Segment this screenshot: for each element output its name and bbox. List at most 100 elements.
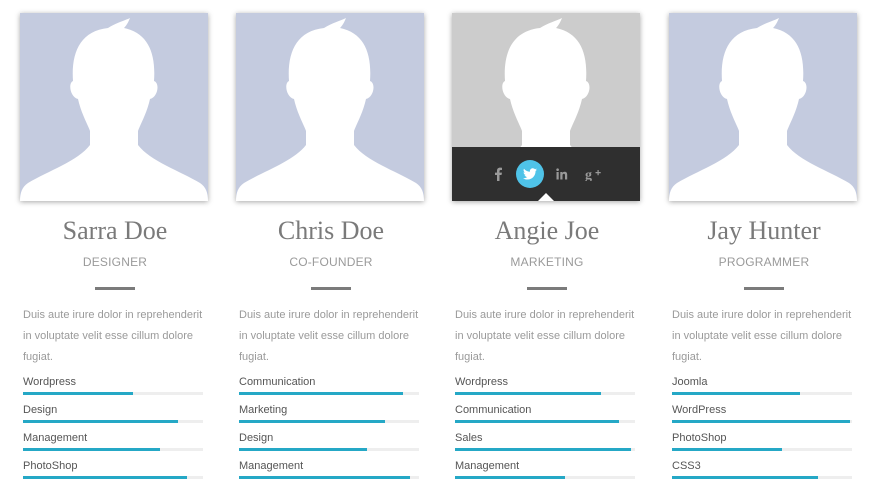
skill-item: Management (239, 458, 419, 486)
twitter-icon[interactable] (516, 160, 544, 188)
skill-bar-fill (23, 420, 178, 423)
divider (744, 287, 784, 290)
skill-item: Management (455, 458, 635, 486)
skill-bar (239, 448, 419, 451)
skill-item: Communication (455, 402, 635, 430)
skill-label: Design (23, 404, 58, 416)
skill-bar (239, 392, 419, 395)
member-photo[interactable] (669, 13, 857, 201)
skills-list: Wordpress Design Management PhotoShop (23, 374, 203, 486)
team-member-card: Chris Doe CO-FOUNDER Duis aute irure dol… (236, 13, 426, 486)
person-silhouette-icon (20, 18, 208, 201)
skill-bar-fill (23, 448, 160, 451)
skill-bar (455, 476, 635, 479)
skill-label: CSS3 (672, 460, 701, 472)
skill-item: WordPress (672, 402, 852, 430)
skill-label: Communication (455, 404, 532, 416)
skill-bar-fill (672, 448, 782, 451)
member-role: PROGRAMMER (718, 255, 810, 269)
skill-bar (455, 448, 635, 451)
skill-label: Marketing (239, 404, 288, 416)
skill-bar (672, 448, 852, 451)
skill-bar (239, 476, 419, 479)
skill-bar (455, 420, 635, 423)
skill-label: Joomla (672, 376, 708, 388)
member-name: Jay Hunter (707, 216, 821, 245)
skill-item: Wordpress (23, 374, 203, 402)
social-overlay: g (452, 147, 640, 201)
skill-bar-fill (239, 392, 403, 395)
team-member-card: Jay Hunter PROGRAMMER Duis aute irure do… (669, 13, 859, 486)
skills-list: Communication Marketing Design Managemen… (239, 374, 419, 486)
skill-label: PhotoShop (23, 460, 78, 472)
divider (95, 287, 135, 290)
member-description: Duis aute irure dolor in reprehenderit i… (239, 309, 419, 363)
skill-bar-fill (455, 448, 632, 451)
skill-bar (672, 476, 852, 479)
skill-bar-fill (672, 476, 818, 479)
divider (527, 287, 567, 290)
member-role: CO-FOUNDER (289, 255, 373, 269)
skill-item: Design (23, 402, 203, 430)
skill-item: CSS3 (672, 458, 852, 486)
skill-bar-fill (239, 476, 410, 479)
skill-bar (23, 392, 203, 395)
member-name: Sarra Doe (62, 216, 168, 245)
member-description: Duis aute irure dolor in reprehenderit i… (455, 309, 635, 363)
skill-item: Communication (239, 374, 419, 402)
member-role: MARKETING (510, 255, 584, 269)
person-silhouette-icon (669, 18, 857, 201)
skill-bar-fill (23, 392, 133, 395)
skill-label: Wordpress (23, 376, 76, 388)
member-description: Duis aute irure dolor in reprehenderit i… (23, 309, 203, 363)
team-section: Sarra Doe DESIGNER Duis aute irure dolor… (0, 0, 874, 501)
google-plus-icon[interactable]: g (578, 160, 610, 188)
skill-bar-fill (239, 448, 367, 451)
skills-list: Wordpress Communication Sales Management (455, 374, 635, 486)
skill-bar-fill (672, 420, 851, 423)
skill-label: PhotoShop (672, 432, 727, 444)
skill-bar-fill (239, 420, 385, 423)
skill-bar (455, 392, 635, 395)
skill-bar-fill (455, 420, 619, 423)
skill-item: PhotoShop (672, 430, 852, 458)
skill-item: Joomla (672, 374, 852, 402)
member-name: Angie Joe (494, 216, 600, 245)
skill-bar-fill (23, 476, 187, 479)
skill-bar (239, 420, 419, 423)
skill-label: Management (23, 432, 88, 444)
skill-label: WordPress (672, 404, 727, 416)
skill-bar-fill (455, 392, 601, 395)
member-description: Duis aute irure dolor in reprehenderit i… (672, 309, 852, 363)
skill-item: Design (239, 430, 419, 458)
skill-bar-fill (672, 392, 800, 395)
skill-label: Management (455, 460, 520, 472)
skill-bar (23, 420, 203, 423)
skill-bar (672, 392, 852, 395)
member-name: Chris Doe (277, 216, 385, 245)
skill-item: Wordpress (455, 374, 635, 402)
person-silhouette-icon (236, 18, 424, 201)
skill-item: Sales (455, 430, 635, 458)
team-member-card: g Angie Joe MARKETING Duis aute irure do… (452, 13, 642, 486)
skill-item: Marketing (239, 402, 419, 430)
member-photo[interactable] (236, 13, 424, 201)
svg-text:g: g (585, 168, 592, 181)
team-member-card: Sarra Doe DESIGNER Duis aute irure dolor… (20, 13, 210, 486)
divider (311, 287, 351, 290)
skill-label: Sales (455, 432, 483, 444)
skills-list: Joomla WordPress PhotoShop CSS3 (672, 374, 852, 486)
skill-label: Design (239, 432, 274, 444)
overlay-pointer (538, 193, 554, 201)
skill-item: PhotoShop (23, 458, 203, 486)
skill-bar (672, 420, 852, 423)
skill-label: Communication (239, 376, 316, 388)
facebook-icon[interactable] (482, 160, 514, 188)
skill-label: Management (239, 460, 304, 472)
linkedin-icon[interactable] (546, 160, 578, 188)
skill-item: Management (23, 430, 203, 458)
member-role: DESIGNER (82, 255, 148, 269)
member-photo[interactable] (20, 13, 208, 201)
member-photo[interactable]: g (452, 13, 640, 201)
skill-bar (23, 448, 203, 451)
